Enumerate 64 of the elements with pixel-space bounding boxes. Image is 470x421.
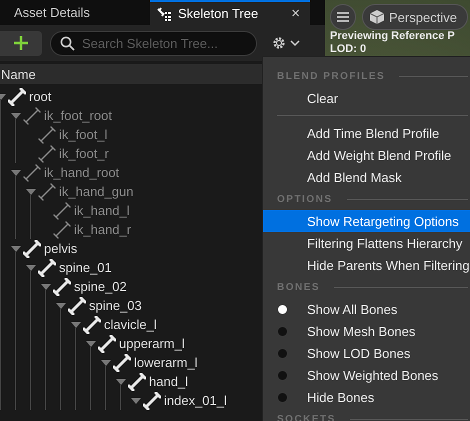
plus-icon [14,36,28,50]
expand-arrow-icon[interactable] [26,262,36,272]
menu-item[interactable]: Show LOD Bones [263,342,470,364]
bone-name[interactable]: ik_foot_l [59,127,108,142]
tab-label: Asset Details [14,5,91,20]
panel-tab[interactable]: Asset Details [0,0,150,25]
cube-icon [369,9,385,25]
bone-name[interactable]: ik_hand_l [74,203,130,218]
bone-name[interactable]: ik_hand_r [74,222,132,237]
bone-name[interactable]: root [29,89,52,104]
menu-item[interactable]: Show Retargeting Options [263,210,470,232]
expand-arrow-icon[interactable] [41,282,51,292]
expand-arrow-icon[interactable] [56,300,66,310]
menu-item[interactable]: Show Weighted Bones [263,364,470,386]
bone-name[interactable]: ik_hand_gun [59,184,134,199]
bone-name[interactable]: pelvis [44,241,78,256]
tab-label: Skeleton Tree [178,6,260,21]
menu-item[interactable]: Add Weight Blend Profile [263,144,470,166]
expand-arrow-icon[interactable] [86,338,96,348]
bone-name[interactable]: ik_foot_root [44,108,112,123]
bone-name[interactable]: upperarm_l [119,336,185,351]
viewport-info-text: Previewing Reference P [330,30,456,43]
skeleton-tree-icon [156,6,172,22]
menu-item[interactable]: Show Mesh Bones [263,320,470,342]
close-button[interactable]: × [287,5,304,22]
viewport-info-text: LOD: 0 [330,43,368,56]
bone-name[interactable]: hand_l [149,374,188,389]
expand-arrow-icon[interactable] [101,358,111,368]
bone-name[interactable]: spine_02 [74,279,127,294]
menu-item[interactable]: Add Blend Mask [263,166,470,188]
bone-name[interactable]: clavicle_l [104,317,157,332]
expand-arrow-icon[interactable] [11,168,21,178]
expand-arrow-icon[interactable] [116,376,126,386]
expand-arrow-icon[interactable] [131,396,141,406]
radio-dot[interactable] [278,348,286,358]
search-field[interactable]: Search Skeleton Tree... [50,30,257,56]
search-icon [60,36,75,50]
expand-arrow-icon[interactable] [11,244,21,254]
radio-dot[interactable] [278,392,286,402]
radio-dot[interactable] [278,304,286,314]
bone-name[interactable]: spine_01 [59,260,112,275]
menu-item[interactable]: Clear [263,87,470,109]
settings-icon [271,35,301,51]
expand-arrow-icon[interactable] [71,320,81,330]
menu-icon [337,12,349,22]
menu-item[interactable]: Hide Bones [263,386,470,408]
column-header: Name [1,66,36,82]
bone-name[interactable]: spine_03 [89,298,142,313]
menu-button[interactable] [330,4,356,30]
bone-name[interactable]: lowerarm_l [134,355,198,370]
menu-item[interactable]: Filtering Flattens Hierarchy [263,232,470,254]
radio-dot[interactable] [278,370,286,380]
expand-arrow-icon[interactable] [26,186,36,196]
bone-name[interactable]: ik_foot_r [59,146,109,161]
menu-item[interactable]: Show All Bones [263,298,470,320]
add-button[interactable] [0,30,42,56]
panel-tab[interactable]: Skeleton Tree × [150,0,310,25]
menu-item[interactable]: Hide Parents When Filtering [263,254,470,276]
expand-arrow-icon[interactable] [11,110,21,120]
view-mode-button[interactable]: Perspective [362,4,468,30]
bone-name[interactable]: ik_hand_root [44,165,120,180]
bone-name[interactable]: index_01_l [164,393,227,408]
radio-dot[interactable] [278,326,286,336]
menu-item[interactable]: Add Time Blend Profile [263,122,470,144]
